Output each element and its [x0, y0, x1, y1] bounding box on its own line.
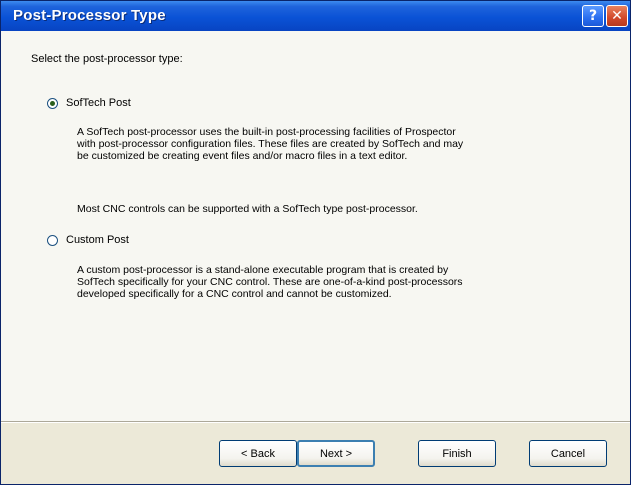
next-button[interactable]: Next > [297, 440, 375, 467]
dialog-title: Post-Processor Type [13, 7, 166, 24]
custom-post-option[interactable]: Custom Post [47, 234, 129, 246]
cancel-button[interactable]: Cancel [529, 440, 607, 467]
softech-post-description-line-2: with post-processor configuration files.… [77, 138, 464, 150]
button-area-divider [1, 421, 630, 423]
finish-button[interactable]: Finish [418, 440, 496, 467]
help-icon: ? [588, 8, 598, 24]
softech-post-note: Most CNC controls can be supported with … [77, 203, 418, 215]
prompt-label: Select the post-processor type: [31, 53, 183, 65]
dialog-body [1, 31, 630, 421]
custom-post-description-line-3: developed specifically for a CNC control… [77, 288, 392, 300]
close-icon: ✕ [611, 8, 623, 24]
custom-post-label[interactable]: Custom Post [66, 234, 129, 246]
post-processor-type-dialog: Post-Processor Type ? ✕ Select the post-… [0, 0, 631, 485]
help-button[interactable]: ? [582, 5, 604, 27]
softech-post-option[interactable]: SofTech Post [47, 97, 131, 109]
custom-post-description-line-2: SofTech specifically for your CNC contro… [77, 276, 463, 288]
custom-post-description-line-1: A custom post-processor is a stand-alone… [77, 264, 449, 276]
close-button[interactable]: ✕ [606, 5, 628, 27]
softech-post-label[interactable]: SofTech Post [66, 97, 131, 109]
softech-post-radio[interactable] [47, 97, 58, 109]
back-button[interactable]: < Back [219, 440, 297, 467]
softech-post-description-line-3: be customized be creating event files an… [77, 150, 408, 162]
softech-post-description-line-1: A SofTech post-processor uses the built-… [77, 126, 456, 138]
custom-post-radio[interactable] [47, 234, 58, 246]
title-bar[interactable]: Post-Processor Type ? ✕ [1, 1, 630, 31]
